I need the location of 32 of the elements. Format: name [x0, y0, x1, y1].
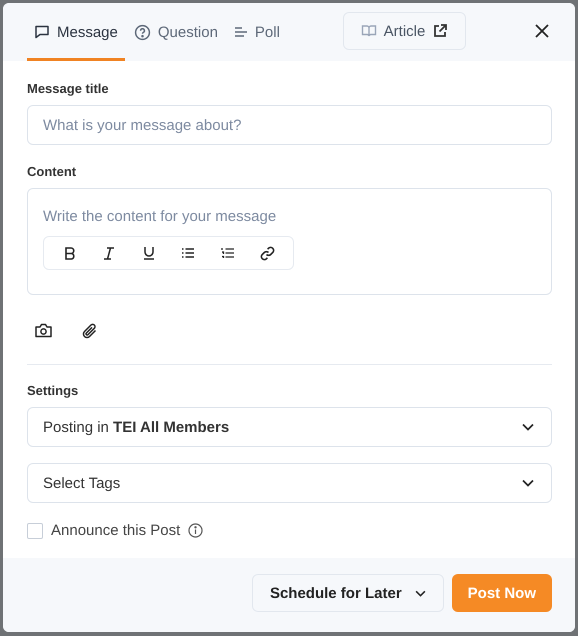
tab[interactable]: Message [27, 3, 125, 61]
field-label: Message title [27, 81, 110, 96]
list-icon [220, 247, 235, 259]
field-label: Content [27, 164, 78, 179]
link-icon [260, 246, 275, 260]
chevron-down-icon [414, 590, 426, 596]
italic-icon [103, 246, 116, 260]
article-button[interactable]: Article [343, 12, 466, 50]
close-icon [535, 24, 549, 38]
lines-icon [234, 25, 248, 39]
chevron-down-icon [522, 423, 534, 431]
content-placeholder: Write the content for your message [43, 208, 278, 225]
tags-dropdown[interactable]: Select Tags [27, 463, 552, 503]
paperclip-icon [82, 323, 98, 340]
chevron-down-icon [522, 479, 534, 487]
tab[interactable]: Poll [226, 3, 287, 61]
info-icon [188, 523, 204, 538]
posting-in-dropdown[interactable]: Posting in TEI All Members [27, 407, 552, 447]
tab[interactable]: Question [126, 3, 225, 61]
list-icon [181, 247, 196, 259]
checkbox-label: Announce this Post [51, 522, 180, 539]
question-icon [134, 24, 151, 40]
speech-bubble-icon [34, 24, 50, 40]
bold-icon [64, 246, 76, 260]
external-link-icon [432, 23, 448, 39]
underline-icon [142, 246, 155, 260]
title-field[interactable]: What is your message about? [27, 105, 552, 145]
schedule-button[interactable]: Schedule for Later [252, 574, 444, 612]
announce-checkbox[interactable] [27, 522, 43, 538]
camera-icon [35, 323, 52, 338]
book-icon [360, 23, 377, 39]
section-label: Settings [27, 383, 80, 398]
